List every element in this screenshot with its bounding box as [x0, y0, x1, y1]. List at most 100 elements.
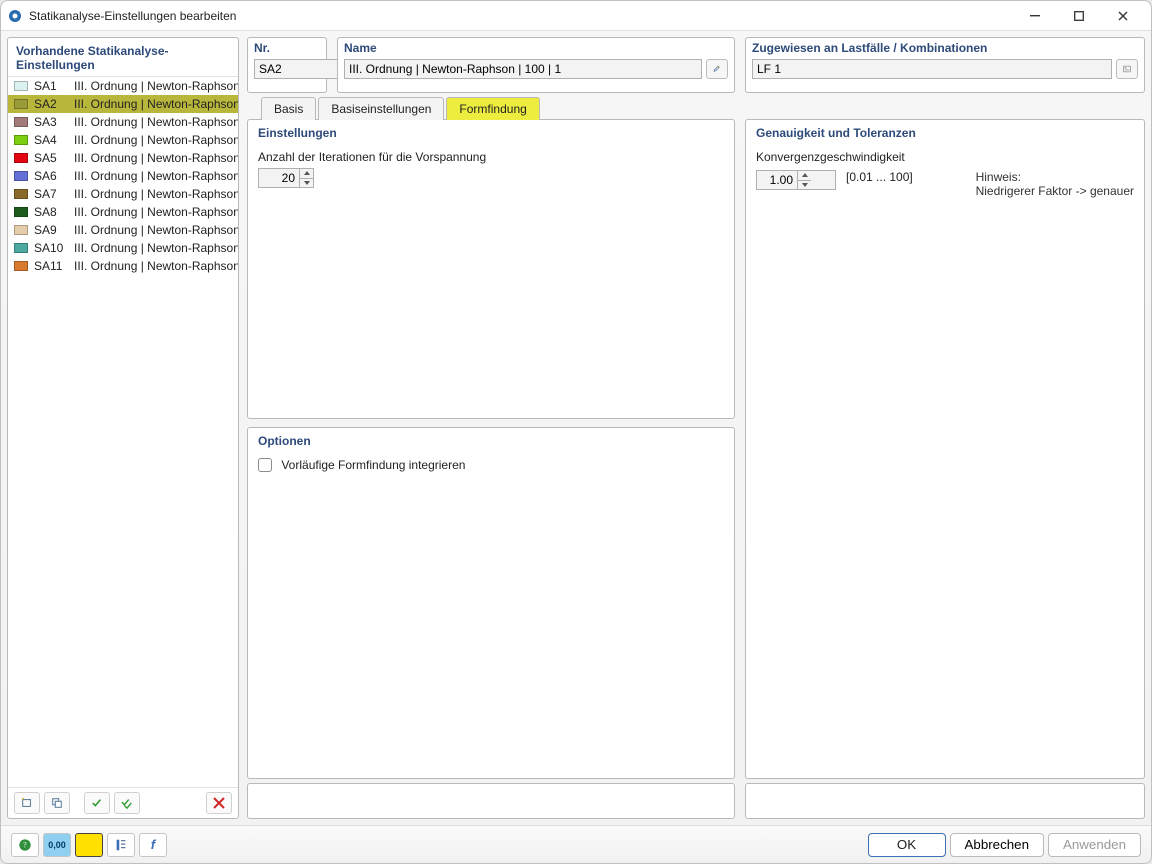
cancel-button[interactable]: Abbrechen: [950, 833, 1044, 857]
tab-formfindung[interactable]: Formfindung: [446, 97, 539, 120]
window-title: Statikanalyse-Einstellungen bearbeiten: [29, 9, 1013, 23]
precision-group: Genauigkeit und Toleranzen Konvergenzges…: [745, 119, 1145, 779]
sidebar-item-code: SA2: [34, 97, 68, 111]
new-item-button[interactable]: [14, 792, 40, 814]
parameters-button[interactable]: [107, 833, 135, 857]
color-swatch: [14, 225, 28, 235]
color-swatch: [14, 81, 28, 91]
check-selected-button[interactable]: [84, 792, 110, 814]
color-swatch: [14, 171, 28, 181]
close-button[interactable]: [1101, 2, 1145, 30]
help-button[interactable]: ?: [11, 833, 39, 857]
sidebar-item-desc: III. Ordnung | Newton-Raphson | 100 | 1: [74, 205, 238, 219]
iterations-up[interactable]: [300, 169, 313, 179]
iterations-input[interactable]: [259, 169, 299, 187]
sidebar-item-sa4[interactable]: SA4III. Ordnung | Newton-Raphson | 100 |…: [8, 131, 238, 149]
sidebar-scroll[interactable]: SA1 III. Ordnung | Newton-Raphson | 100 |…: [8, 77, 238, 787]
color-swatch: [14, 243, 28, 253]
sidebar-item-desc: III. Ordnung | Newton-Raphson | 100 | 1: [74, 151, 238, 165]
assigned-details-button[interactable]: [1116, 59, 1138, 79]
footer: ? 0,00 f OK Abbrechen Anwenden: [1, 825, 1151, 863]
options-title: Optionen: [258, 434, 724, 448]
titlebar: Statikanalyse-Einstellungen bearbeiten: [1, 1, 1151, 31]
iterations-down[interactable]: [300, 179, 313, 188]
speed-label: Konvergenzgeschwindigkeit: [756, 150, 1134, 164]
apply-button[interactable]: Anwenden: [1048, 833, 1141, 857]
sidebar-item-desc: III. Ordnung | Newton-Raphson | 100 | 1: [74, 79, 238, 93]
edit-name-button[interactable]: [706, 59, 728, 79]
sidebar-item-sa5[interactable]: SA5 III. Ordnung | Newton-Raphson | 100 |…: [8, 149, 238, 167]
speed-spinner[interactable]: [756, 170, 836, 190]
sidebar-item-code: SA4: [34, 133, 68, 147]
sidebar-item-code: SA8: [34, 205, 68, 219]
sidebar-item-code: SA5: [34, 151, 68, 165]
maximize-button[interactable]: [1057, 2, 1101, 30]
bottom-left-panel: [247, 783, 735, 819]
sidebar-item-sa2[interactable]: SA2III. Ordnung | Newton-Raphson | 100 |…: [8, 95, 238, 113]
integrate-checkbox-wrapper[interactable]: Vorläufige Formfindung integrieren: [258, 458, 465, 472]
assigned-field-wrapper: Zugewiesen an Lastfälle / Kombinationen: [745, 37, 1145, 93]
right-groups: Genauigkeit und Toleranzen Konvergenzges…: [745, 119, 1145, 779]
iterations-spinner[interactable]: [258, 168, 314, 188]
integrate-label: Vorläufige Formfindung integrieren: [281, 458, 465, 472]
sidebar-item-code: SA6: [34, 169, 68, 183]
sidebar-item-sa11[interactable]: SA11 III. Ordnung | Newton-Raphson | 100 …: [8, 257, 238, 275]
sidebar-item-desc: III. Ordnung | Newton-Raphson | 100 | 1: [74, 259, 238, 273]
speed-up[interactable]: [798, 171, 811, 181]
tabs-container: BasisBasiseinstellungenFormfindung Einst…: [247, 97, 1145, 779]
sidebar-item-sa3[interactable]: SA3 III. Ordnung | Newton-Raphson | 100 |…: [8, 113, 238, 131]
sidebar-item-sa9[interactable]: SA9III. Ordnung | Newton-Raphson | 100 |…: [8, 221, 238, 239]
precision-title: Genauigkeit und Toleranzen: [756, 126, 1134, 140]
integrate-checkbox[interactable]: [258, 458, 272, 472]
delete-button[interactable]: [206, 792, 232, 814]
tab-basiseinstellungen[interactable]: Basiseinstellungen: [318, 97, 444, 120]
units-button[interactable]: 0,00: [43, 833, 71, 857]
copy-item-button[interactable]: [44, 792, 70, 814]
iterations-label: Anzahl der Iterationen für die Vorspannu…: [258, 150, 486, 164]
color-button[interactable]: [75, 833, 103, 857]
tab-body: Einstellungen Anzahl der Iterationen für…: [247, 119, 1145, 779]
sidebar-item-code: SA1: [34, 79, 68, 93]
speed-input[interactable]: [757, 171, 797, 189]
settings-group: Einstellungen Anzahl der Iterationen für…: [247, 119, 735, 419]
check-all-button[interactable]: [114, 792, 140, 814]
sidebar-item-code: SA10: [34, 241, 68, 255]
name-label: Name: [344, 41, 728, 55]
bottom-strip: [247, 783, 1145, 819]
color-swatch: [14, 189, 28, 199]
sidebar-item-desc: III. Ordnung | Newton-Raphson | 100 | 1: [74, 241, 238, 255]
sidebar-panel: Vorhandene Statikanalyse-Einstellungen S…: [7, 37, 239, 819]
left-groups: Einstellungen Anzahl der Iterationen für…: [247, 119, 735, 779]
color-swatch: [14, 207, 28, 217]
nr-label: Nr.: [254, 41, 320, 55]
hint-text: Niedrigerer Faktor -> genauer: [976, 184, 1134, 198]
color-swatch: [14, 153, 28, 163]
nr-field-wrapper: Nr.: [247, 37, 327, 93]
color-swatch: [14, 117, 28, 127]
sidebar-item-desc: III. Ordnung | Newton-Raphson | 100 | 1: [74, 115, 238, 129]
sidebar-item-sa10[interactable]: SA10 III. Ordnung | Newton-Raphson | 100 …: [8, 239, 238, 257]
settings-title: Einstellungen: [258, 126, 724, 140]
tab-basis[interactable]: Basis: [261, 97, 316, 120]
speed-hint: Hinweis: Niedrigerer Faktor -> genauer: [976, 170, 1134, 198]
sidebar-item-code: SA11: [34, 259, 68, 273]
sidebar-header: Vorhandene Statikanalyse-Einstellungen: [8, 38, 238, 77]
sidebar-item-desc: III. Ordnung | Newton-Raphson | 100 | 1: [74, 223, 238, 237]
minimize-button[interactable]: [1013, 2, 1057, 30]
sidebar-item-sa1[interactable]: SA1 III. Ordnung | Newton-Raphson | 100 |…: [8, 77, 238, 95]
speed-down[interactable]: [798, 181, 811, 190]
app-icon: [7, 8, 23, 24]
assigned-input[interactable]: [752, 59, 1112, 79]
name-field-wrapper: Name: [337, 37, 735, 93]
function-button[interactable]: f: [139, 833, 167, 857]
sidebar-item-code: SA3: [34, 115, 68, 129]
sidebar-item-sa6[interactable]: SA6III. Ordnung | Newton-Raphson | 100 |…: [8, 167, 238, 185]
content-area: Vorhandene Statikanalyse-Einstellungen S…: [1, 31, 1151, 825]
speed-range: [0.01 ... 100]: [846, 170, 913, 184]
sidebar-item-sa7[interactable]: SA7III. Ordnung | Newton-Raphson | 100 |…: [8, 185, 238, 203]
name-input[interactable]: [344, 59, 702, 79]
ok-button[interactable]: OK: [868, 833, 946, 857]
sidebar-item-desc: III. Ordnung | Newton-Raphson | 100 | 1: [74, 187, 238, 201]
sidebar-item-sa8[interactable]: SA8 III. Ordnung | Newton-Raphson | 100 |…: [8, 203, 238, 221]
options-group: Optionen Vorläufige Formfindung integrie…: [247, 427, 735, 779]
